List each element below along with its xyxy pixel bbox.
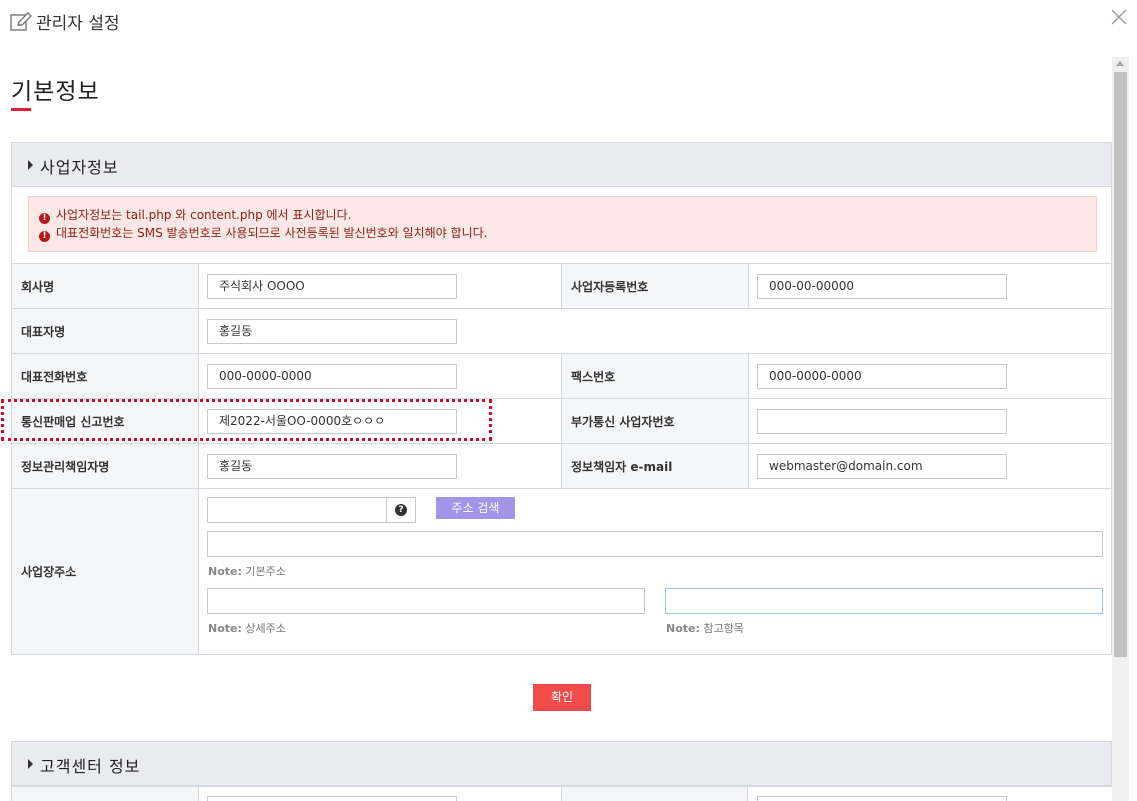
section-title: 고객센터 정보 (40, 757, 141, 776)
edit-icon (10, 12, 32, 31)
extra-address-input[interactable] (665, 588, 1103, 614)
table-row: 회사명 주식회사 OOOO 사업자등록번호 000-00-00000 (11, 263, 1112, 309)
privacy-email-label: 정보책임자 e-mail (561, 443, 749, 489)
main-phone-input[interactable]: 000-0000-0000 (207, 363, 457, 389)
fax-input[interactable]: 000-0000-0000 (757, 363, 1007, 389)
address-label: 사업장주소 (11, 488, 199, 655)
label-cell (11, 787, 199, 801)
notice-line: ! 대표전화번호는 SMS 발송번호로 사용되므로 사전등록된 발신번호와 일치해… (39, 225, 487, 242)
business-reg-no-input[interactable]: 000-00-00000 (757, 273, 1007, 299)
ecommerce-no-label: 통신판매업 신고번호 (11, 398, 199, 444)
table-row: 대표자명 홍길동 (11, 308, 1112, 354)
ceo-name-cell: 홍길동 (198, 308, 1112, 354)
notice-line: ! 사업자정보는 tail.php 와 content.php 에서 표시합니다. (39, 207, 351, 224)
address-cell: ? 주소 검색 Note: 기본주소 Note: 상세주소 Note: 참고항목 (198, 488, 1112, 655)
company-name-cell: 주식회사 OOOO (198, 263, 562, 309)
privacy-email-input[interactable]: webmaster@domain.com (757, 453, 1007, 479)
table-row: 대표전화번호 000-0000-0000 팩스번호 000-0000-0000 (11, 353, 1112, 399)
fax-cell: 000-0000-0000 (748, 353, 1112, 399)
detail-address-note: Note: 상세주소 (208, 622, 286, 635)
detail-address-input[interactable] (207, 588, 645, 614)
title-underline (11, 108, 31, 111)
notice-area: ! 사업자정보는 tail.php 와 content.php 에서 표시합니다.… (11, 187, 1112, 264)
privacy-officer-label: 정보관리책임자명 (11, 443, 199, 489)
basic-address-note: Note: 기본주소 (208, 565, 286, 578)
label-cell (561, 787, 748, 801)
section-title: 사업자정보 (40, 158, 119, 177)
zipcode-input[interactable] (207, 497, 387, 523)
ecommerce-no-cell: 제2022-서울OO-0000호ㅇㅇㅇ (198, 398, 562, 444)
privacy-officer-cell: 홍길동 (198, 443, 562, 489)
business-reg-no-cell: 000-00-00000 (748, 263, 1112, 309)
vertical-scrollbar[interactable] (1112, 57, 1129, 801)
privacy-officer-input[interactable]: 홍길동 (207, 453, 457, 479)
company-name-input[interactable]: 주식회사 OOOO (207, 273, 457, 299)
caret-right-icon (28, 160, 33, 170)
business-reg-no-label: 사업자등록번호 (561, 263, 749, 309)
text-input[interactable] (757, 796, 1007, 801)
scrollbar-thumb[interactable] (1114, 72, 1127, 657)
vat-no-input[interactable] (757, 408, 1007, 434)
confirm-button[interactable]: 확인 (533, 684, 591, 711)
section-header-business: 사업자정보 (11, 142, 1112, 187)
question-icon: ? (395, 504, 407, 516)
vat-no-cell (748, 398, 1112, 444)
privacy-email-cell: webmaster@domain.com (748, 443, 1112, 489)
scroll-up-arrow-icon[interactable] (1116, 61, 1124, 66)
table-row: 사업장주소 ? 주소 검색 Note: 기본주소 Note: 상세주소 Note… (11, 488, 1112, 655)
extra-address-note: Note: 참고항목 (666, 622, 744, 635)
ceo-name-input[interactable]: 홍길동 (207, 318, 457, 344)
exclamation-icon: ! (39, 213, 50, 224)
notice-box: ! 사업자정보는 tail.php 와 content.php 에서 표시합니다.… (28, 196, 1097, 252)
company-name-label: 회사명 (11, 263, 199, 309)
title-bar: 관리자 설정 (0, 0, 1137, 44)
window-title: 관리자 설정 (36, 14, 120, 34)
table-row: 정보관리책임자명 홍길동 정보책임자 e-mail webmaster@doma… (11, 443, 1112, 489)
table-row (11, 786, 1112, 801)
fax-label: 팩스번호 (561, 353, 749, 399)
business-form-table: 회사명 주식회사 OOOO 사업자등록번호 000-00-00000 대표자명 … (11, 263, 1112, 655)
help-button[interactable]: ? (386, 497, 416, 523)
text-input[interactable] (207, 796, 457, 801)
page-title: 기본정보 (11, 79, 100, 105)
caret-right-icon (28, 759, 33, 769)
close-icon[interactable] (1110, 8, 1128, 26)
basic-address-input[interactable] (207, 531, 1103, 557)
vat-no-label: 부가통신 사업자번호 (561, 398, 749, 444)
section-header-customer-center: 고객센터 정보 (11, 741, 1112, 786)
exclamation-icon: ! (39, 231, 50, 242)
ecommerce-no-input[interactable]: 제2022-서울OO-0000호ㅇㅇㅇ (207, 408, 457, 434)
address-fields: ? 주소 검색 Note: 기본주소 Note: 상세주소 Note: 참고항목 (199, 489, 1111, 654)
table-row: 통신판매업 신고번호 제2022-서울OO-0000호ㅇㅇㅇ 부가통신 사업자번… (11, 398, 1112, 444)
address-search-button[interactable]: 주소 검색 (436, 497, 515, 519)
ceo-name-label: 대표자명 (11, 308, 199, 354)
main-phone-cell: 000-0000-0000 (198, 353, 562, 399)
main-phone-label: 대표전화번호 (11, 353, 199, 399)
